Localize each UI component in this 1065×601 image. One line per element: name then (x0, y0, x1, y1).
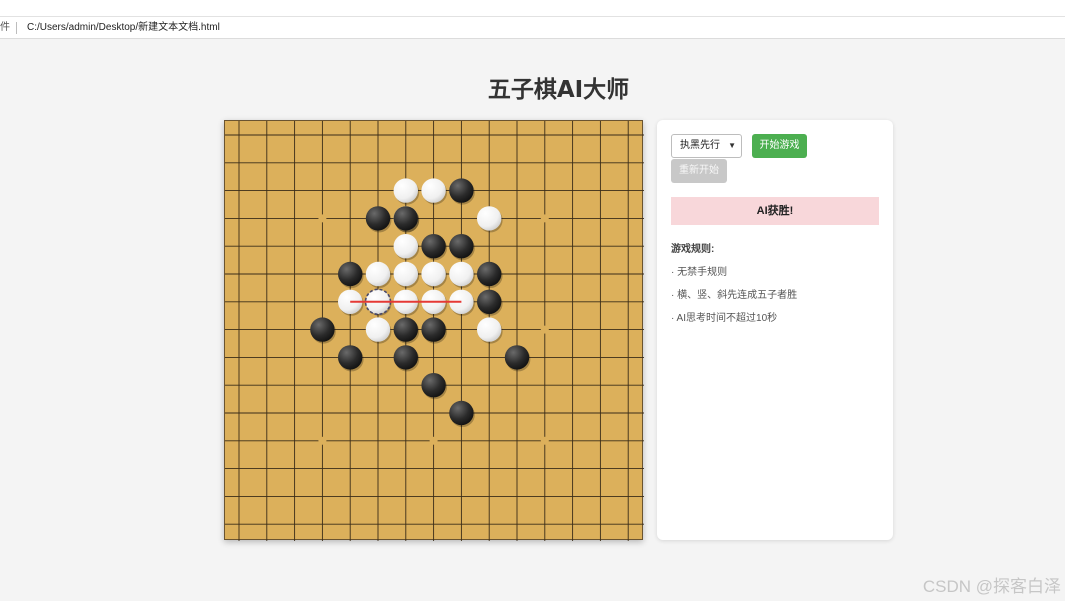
black-stone (449, 400, 475, 427)
star-point (429, 436, 438, 445)
white-stone (477, 206, 503, 233)
tab-fragment: 件 (0, 22, 10, 33)
star-point (540, 325, 549, 334)
first-move-select-value: 执黑先行 (680, 140, 720, 151)
star-point (318, 436, 327, 445)
black-stone (421, 373, 447, 400)
black-stone (393, 206, 420, 233)
address-url[interactable]: C:/Users/admin/Desktop/新建文本文档.html (27, 17, 220, 39)
black-stone (504, 345, 531, 372)
page-title: 五子棋AI大师 (487, 77, 630, 103)
rules-title: 游戏规则: (671, 244, 715, 255)
board-canvas[interactable] (225, 121, 644, 541)
watermark: CSDN @探客白泽 (922, 577, 1061, 596)
black-stone (477, 261, 503, 288)
white-stone (449, 261, 475, 288)
star-point (540, 214, 549, 223)
black-stone (477, 289, 503, 316)
rule-item: · AI思考时间不超过10秒 (671, 313, 778, 324)
browser-tab-strip (0, 0, 1065, 17)
white-stone (421, 261, 447, 288)
control-panel: 执黑先行 ▼ 开始游戏 重新开始 AI获胜! 游戏规则: · 无禁手规则 · 横… (657, 120, 893, 540)
rule-item: · 横、竖、斜先连成五子者胜 (671, 290, 798, 301)
white-stone (393, 261, 420, 288)
start-game-button[interactable]: 开始游戏 (752, 134, 807, 158)
black-stone (421, 317, 447, 344)
black-stone (310, 317, 336, 344)
first-move-select[interactable]: 执黑先行 ▼ (671, 134, 742, 158)
black-stone (338, 345, 364, 372)
address-bar[interactable]: 件 C:/Users/admin/Desktop/新建文本文档.html (0, 17, 1065, 39)
white-stone (393, 234, 420, 261)
white-stone (365, 317, 392, 344)
black-stone (393, 345, 420, 372)
game-status-banner: AI获胜! (671, 197, 879, 225)
star-point (318, 214, 327, 223)
star-point (540, 436, 549, 445)
white-stone (421, 178, 447, 205)
black-stone (365, 206, 392, 233)
white-stone (393, 178, 420, 205)
rule-item: · 无禁手规则 (671, 267, 728, 278)
black-stone (449, 234, 475, 261)
chevron-down-icon: ▼ (728, 141, 736, 150)
game-board[interactable] (224, 120, 644, 541)
black-stone (421, 234, 447, 261)
white-stone (477, 317, 503, 344)
black-stone (449, 178, 475, 205)
black-stone (393, 317, 420, 344)
black-stone (338, 261, 364, 288)
address-separator (16, 22, 17, 34)
restart-button[interactable]: 重新开始 (671, 159, 727, 183)
white-stone (365, 261, 392, 288)
